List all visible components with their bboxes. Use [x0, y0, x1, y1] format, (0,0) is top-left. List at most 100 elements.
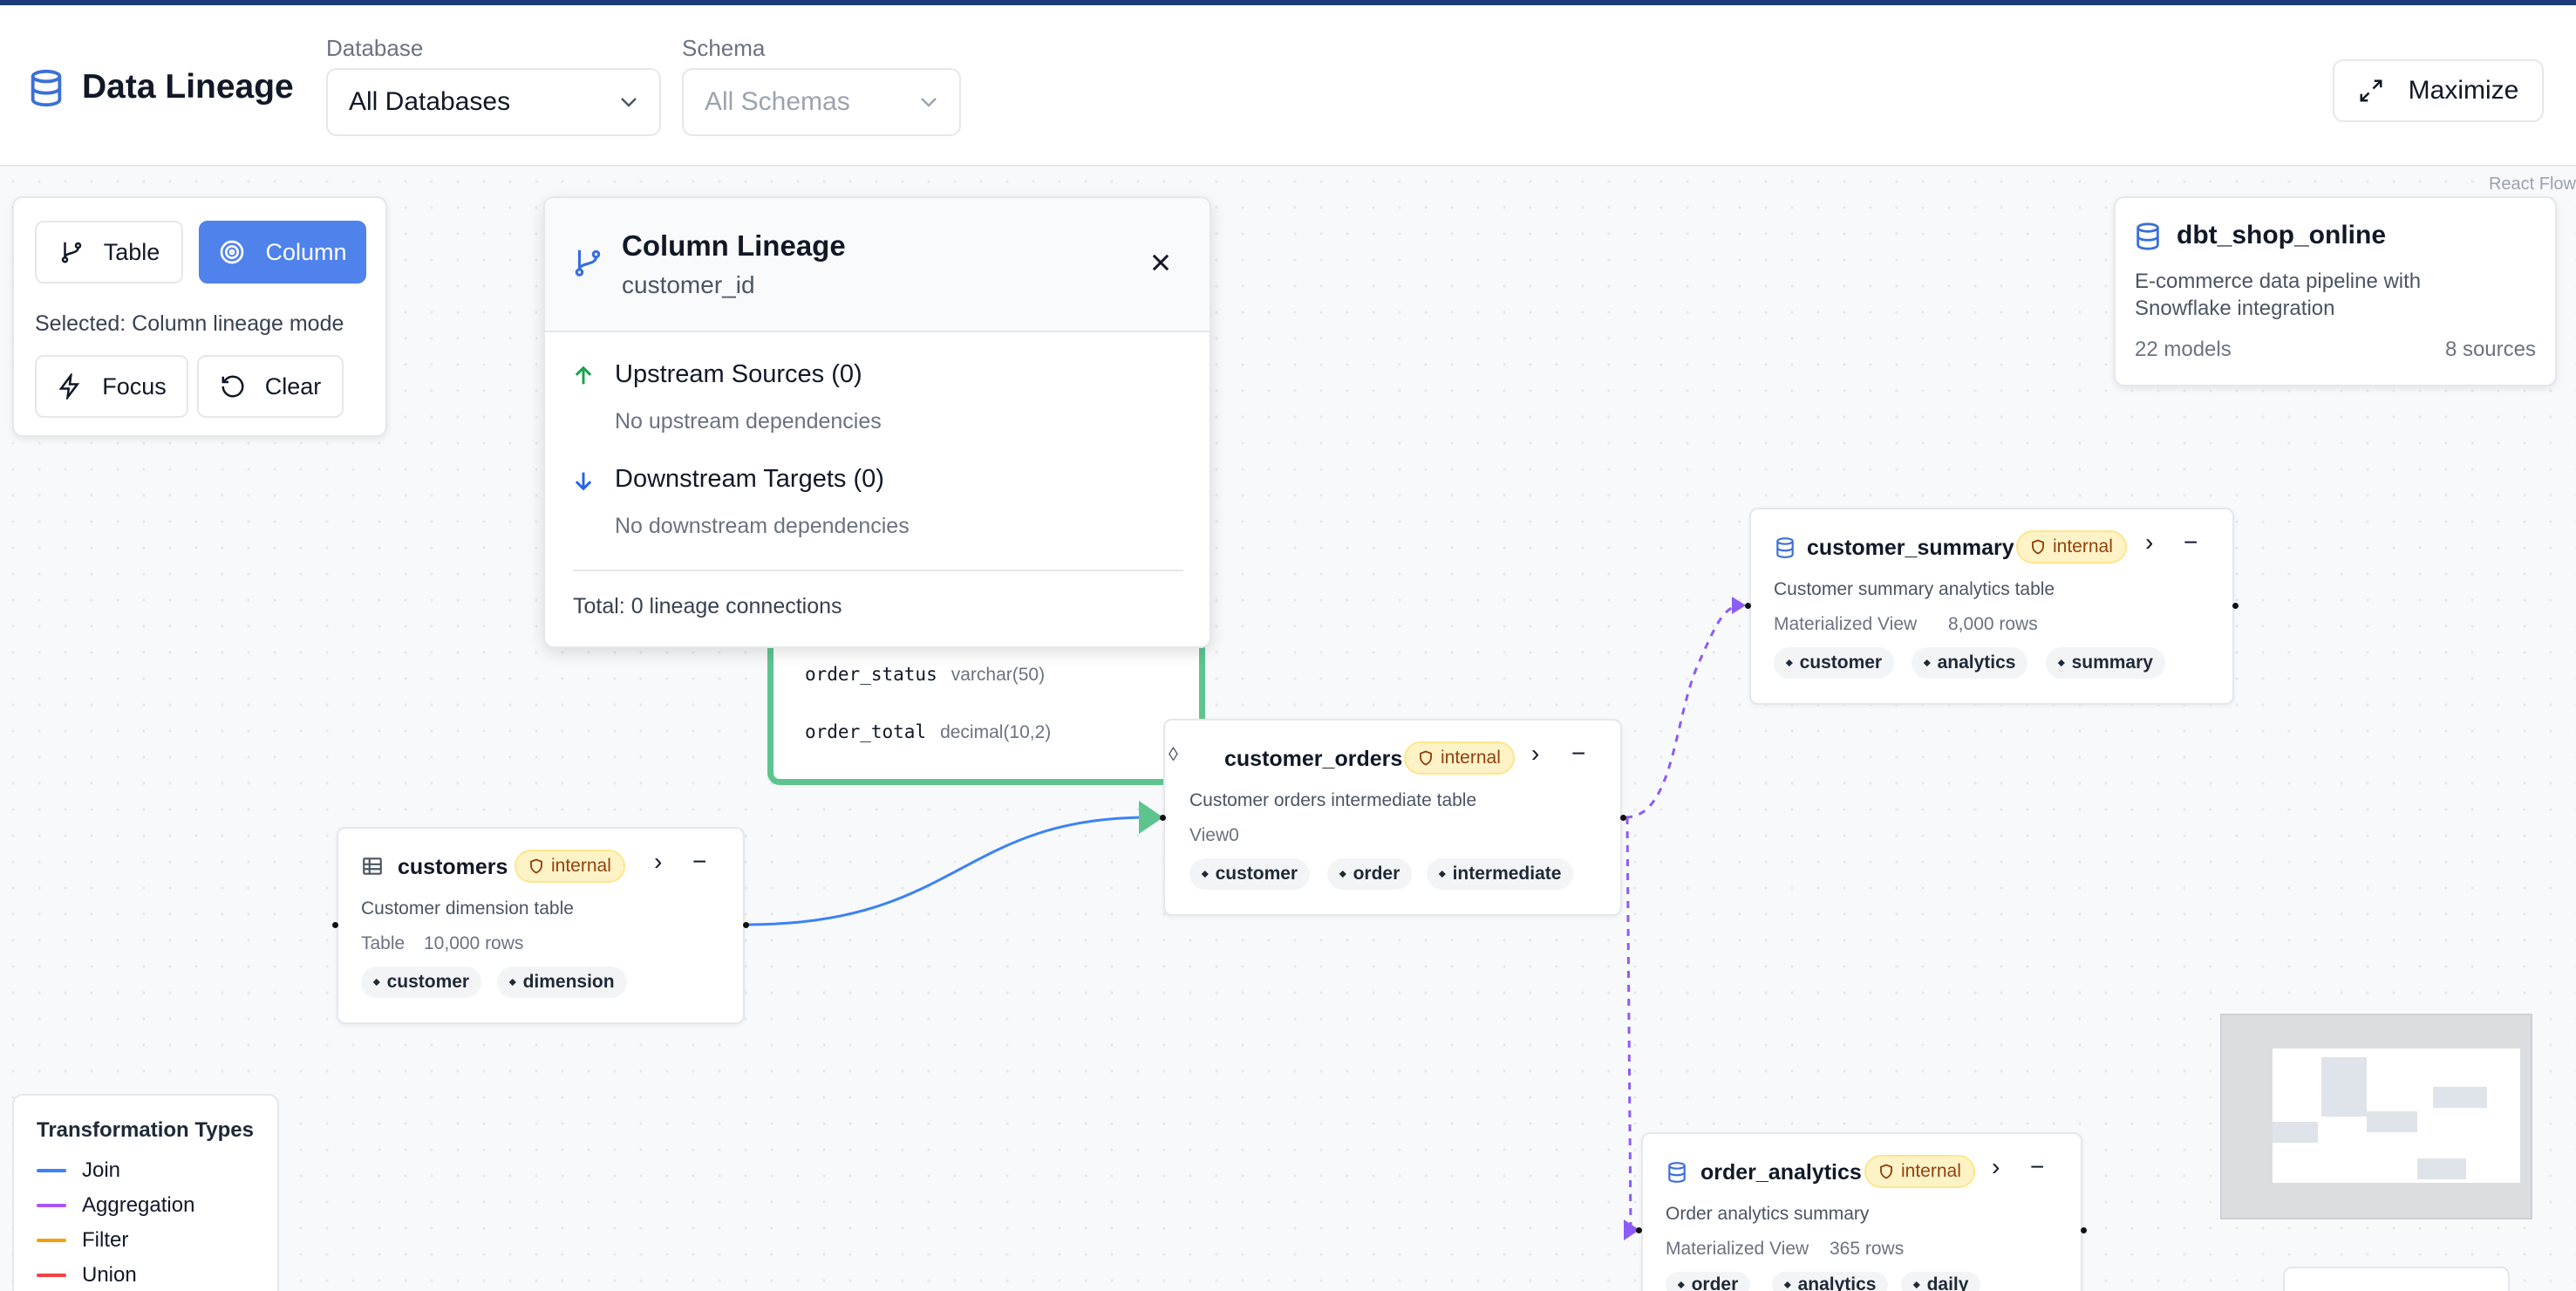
join-edge[interactable] — [746, 816, 1150, 926]
shield-icon — [1420, 750, 1432, 766]
close-icon[interactable] — [1148, 250, 1173, 275]
node-kind: Materialized View — [1774, 614, 1918, 634]
node-handle[interactable] — [1620, 815, 1626, 821]
tag-label: customer — [1215, 864, 1298, 884]
edge-arrow-icon — [1732, 597, 1746, 614]
node-order-analytics[interactable]: order_analytics internal › − Order analy… — [1641, 1132, 2082, 1291]
node-handle[interactable] — [2081, 1227, 2087, 1233]
minimap-node — [2273, 1122, 2318, 1143]
divider — [573, 570, 1183, 571]
control-panel: Table Column Selected: Column lineage mo… — [12, 196, 387, 437]
node-description: Customer orders intermediate table — [1189, 790, 1477, 810]
node-name: customers — [398, 855, 508, 879]
node-name: customer_orders — [1224, 747, 1403, 771]
source-count: 8 sources — [2444, 338, 2536, 361]
node-handle[interactable] — [332, 922, 338, 928]
column-name: order_total — [805, 721, 927, 742]
reset-icon — [221, 375, 244, 398]
column-row[interactable]: order_status varchar(50) — [805, 664, 1045, 686]
tag-icon: ⬩ — [1339, 864, 1346, 884]
node-name: customer_summary — [1807, 536, 2014, 560]
tag-icon: ⬩ — [373, 972, 380, 992]
status-badge: internal — [2016, 530, 2127, 564]
popup-title: Column Lineage — [622, 229, 846, 262]
node-kind: Materialized View — [1666, 1239, 1809, 1259]
minimap-node — [2417, 1158, 2466, 1179]
expand-chevron-icon[interactable]: › — [1531, 740, 1539, 768]
legend-label: Union — [82, 1263, 137, 1287]
legend-item-aggregation: Aggregation — [37, 1193, 194, 1218]
node-rows: 8,000 rows — [1948, 614, 2038, 634]
node-rows: 10,000 rows — [424, 933, 524, 953]
legend-swatch — [37, 1169, 66, 1172]
git-branch-icon — [61, 242, 81, 263]
tag: ⬩ order — [1327, 858, 1413, 890]
legend-label: Join — [82, 1158, 121, 1182]
column-row[interactable]: order_total decimal(10,2) — [805, 721, 1051, 743]
table-mode-button[interactable]: Table — [35, 221, 183, 283]
node-handle[interactable] — [1160, 815, 1166, 821]
expand-chevron-icon[interactable]: › — [2145, 529, 2153, 557]
shield-icon — [1880, 1164, 1892, 1179]
database-icon — [1668, 1162, 1686, 1183]
tag: ⬩ customer — [361, 967, 482, 998]
tag-icon: ⬩ — [1913, 1274, 1920, 1291]
total-connections-text: Total: 0 lineage connections — [573, 594, 842, 618]
database-icon — [2136, 222, 2159, 250]
selected-mode-text: Selected: Column lineage mode — [35, 311, 344, 336]
legend-item-filter: Filter — [37, 1228, 128, 1253]
legend-swatch — [37, 1204, 66, 1207]
node-customers[interactable]: customers internal › − Customer dimensio… — [337, 827, 745, 1024]
node-description: Order analytics summary — [1666, 1204, 1870, 1224]
aggregation-edge[interactable] — [1625, 604, 1738, 819]
table-mode-label: Table — [103, 238, 160, 265]
project-description: E-commerce data pipeline with Snowflake … — [2135, 270, 2422, 320]
badge-label: internal — [2053, 536, 2113, 557]
focus-button[interactable]: Focus — [35, 355, 188, 418]
badge-label: internal — [1901, 1161, 1961, 1181]
collapse-icon[interactable]: − — [2030, 1153, 2044, 1181]
column-type: varchar(50) — [951, 665, 1046, 685]
database-icon — [1776, 537, 1794, 558]
collapse-icon[interactable]: − — [692, 848, 706, 876]
aggregation-edge[interactable] — [1625, 816, 1632, 1231]
arrow-down-icon — [575, 472, 592, 491]
legend-item-union: Union — [37, 1263, 137, 1288]
tag-icon: ⬩ — [1784, 1274, 1791, 1291]
zoom-controls[interactable] — [2283, 1267, 2510, 1291]
shield-icon — [530, 858, 542, 874]
node-customer-orders[interactable]: ◊ customer_orders internal › − Customer … — [1163, 719, 1622, 916]
column-name: order_status — [805, 664, 937, 685]
minimap[interactable] — [2220, 1014, 2532, 1219]
model-count: 22 models — [2135, 338, 2232, 361]
popup-header: Column Lineage customer_id — [545, 198, 1210, 332]
target-icon — [221, 240, 244, 264]
column-mode-button[interactable]: Column — [199, 221, 366, 283]
status-badge: internal — [1404, 741, 1515, 775]
downstream-title: Downstream Targets (0) — [615, 465, 884, 493]
tag: ⬩ intermediate — [1427, 858, 1574, 890]
status-badge: internal — [1864, 1155, 1975, 1188]
git-branch-icon — [575, 249, 601, 277]
collapse-icon[interactable]: − — [2184, 529, 2198, 557]
transformation-legend: Transformation Types Join Aggregation Fi… — [12, 1094, 279, 1291]
status-badge: internal — [515, 850, 625, 883]
node-handle[interactable] — [743, 922, 749, 928]
tag: ⬩ customer — [1189, 858, 1311, 890]
clear-label: Clear — [264, 372, 322, 400]
tag-label: customer — [1799, 652, 1883, 673]
node-handle[interactable] — [1745, 603, 1751, 609]
expand-chevron-icon[interactable]: › — [1992, 1153, 2000, 1181]
clear-button[interactable]: Clear — [197, 355, 344, 418]
tag: ⬩ daily — [1901, 1272, 1981, 1291]
expand-chevron-icon[interactable]: › — [654, 848, 662, 876]
legend-label: Filter — [82, 1228, 129, 1252]
node-customer-summary[interactable]: customer_summary internal › − Customer s… — [1749, 508, 2234, 705]
focus-label: Focus — [102, 372, 167, 400]
tag-icon: ⬩ — [1678, 1274, 1685, 1291]
node-handle[interactable] — [1636, 1227, 1642, 1233]
arrow-up-icon — [575, 365, 592, 385]
node-handle[interactable] — [2232, 603, 2239, 609]
tag: ⬩ analytics — [1772, 1272, 1889, 1291]
collapse-icon[interactable]: − — [1571, 740, 1585, 768]
